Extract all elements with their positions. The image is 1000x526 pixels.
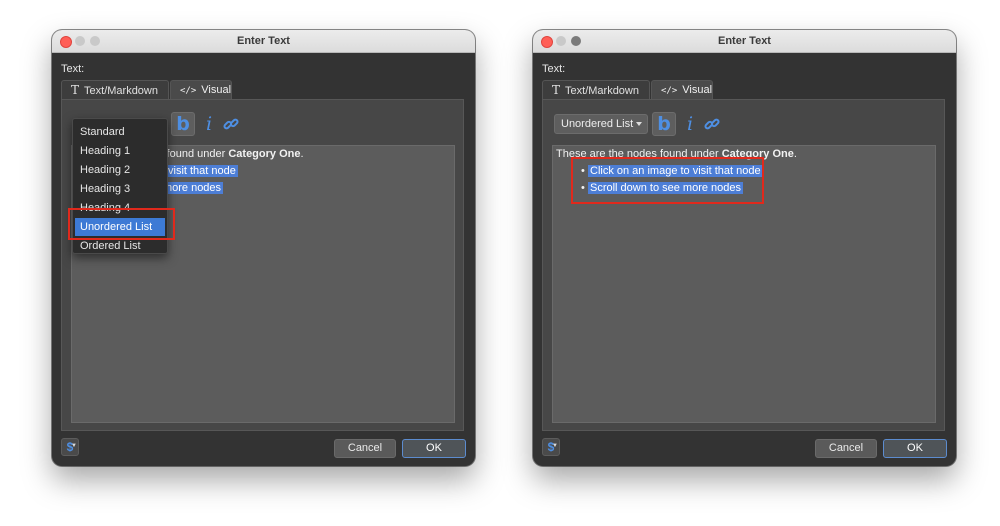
tab-visual[interactable]: </> Visual bbox=[170, 80, 232, 99]
variable-insert-button[interactable]: $ ▼ bbox=[61, 438, 79, 456]
code-icon: </> bbox=[180, 86, 197, 96]
italic-button[interactable]: i bbox=[682, 112, 698, 136]
list-item: visit that node bbox=[166, 165, 238, 177]
text-format-icon: T bbox=[71, 83, 80, 97]
tab-label: Visual bbox=[201, 84, 232, 96]
text-format-icon: T bbox=[552, 83, 561, 97]
cancel-button[interactable]: Cancel bbox=[334, 439, 396, 458]
tab-text-markdown[interactable]: T Text/Markdown bbox=[61, 80, 169, 99]
cancel-button[interactable]: Cancel bbox=[815, 439, 877, 458]
list-item: nore nodes bbox=[164, 182, 224, 194]
menu-item-heading-2[interactable]: Heading 2 bbox=[75, 161, 165, 179]
variable-insert-button[interactable]: $ ▼ bbox=[542, 438, 560, 456]
titlebar: Enter Text bbox=[52, 30, 475, 53]
menu-item-heading-1[interactable]: Heading 1 bbox=[75, 142, 165, 160]
tab-label: Text/Markdown bbox=[565, 85, 639, 97]
window-title: Enter Text bbox=[237, 35, 290, 47]
tab-label: Text/Markdown bbox=[84, 85, 158, 97]
highlight-annotation bbox=[571, 157, 764, 204]
highlight-annotation bbox=[68, 208, 175, 240]
bold-button[interactable]: b bbox=[652, 112, 676, 136]
link-icon[interactable] bbox=[222, 115, 240, 133]
italic-button[interactable]: i bbox=[201, 112, 217, 136]
chevron-down-icon bbox=[636, 122, 642, 126]
bottom-bar: $ ▼ Cancel OK bbox=[52, 438, 475, 460]
bold-button[interactable]: b bbox=[171, 112, 195, 136]
chevron-down-icon: ▼ bbox=[552, 443, 558, 449]
paragraph-format-select[interactable]: Unordered List bbox=[554, 114, 648, 134]
enter-text-window-list-applied: Enter Text Text: T Text/Markdown </> Visua… bbox=[533, 30, 956, 466]
window-title: Enter Text bbox=[718, 35, 771, 47]
tab-text-markdown[interactable]: T Text/Markdown bbox=[542, 80, 650, 99]
text-label: Text: bbox=[61, 63, 85, 75]
enter-text-window-dropdown-open: Enter Text Text: T Text/Markdown </> Visua… bbox=[52, 30, 475, 466]
text-label: Text: bbox=[542, 63, 566, 75]
bottom-bar: $ ▼ Cancel OK bbox=[533, 438, 956, 460]
intro-text: s found under Category One. bbox=[158, 148, 304, 160]
visual-editor-panel: Unordered List b i These are the nodes f… bbox=[542, 99, 945, 431]
format-select-value: Unordered List bbox=[561, 118, 634, 130]
chevron-down-icon: ▼ bbox=[71, 443, 77, 449]
ok-button[interactable]: OK bbox=[402, 439, 466, 458]
tab-visual[interactable]: </> Visual bbox=[651, 80, 713, 99]
code-icon: </> bbox=[661, 86, 678, 96]
titlebar: Enter Text bbox=[533, 30, 956, 53]
link-icon[interactable] bbox=[703, 115, 721, 133]
ok-button[interactable]: OK bbox=[883, 439, 947, 458]
menu-item-heading-3[interactable]: Heading 3 bbox=[75, 180, 165, 198]
menu-item-standard[interactable]: Standard bbox=[75, 123, 165, 141]
tab-label: Visual bbox=[682, 84, 713, 96]
